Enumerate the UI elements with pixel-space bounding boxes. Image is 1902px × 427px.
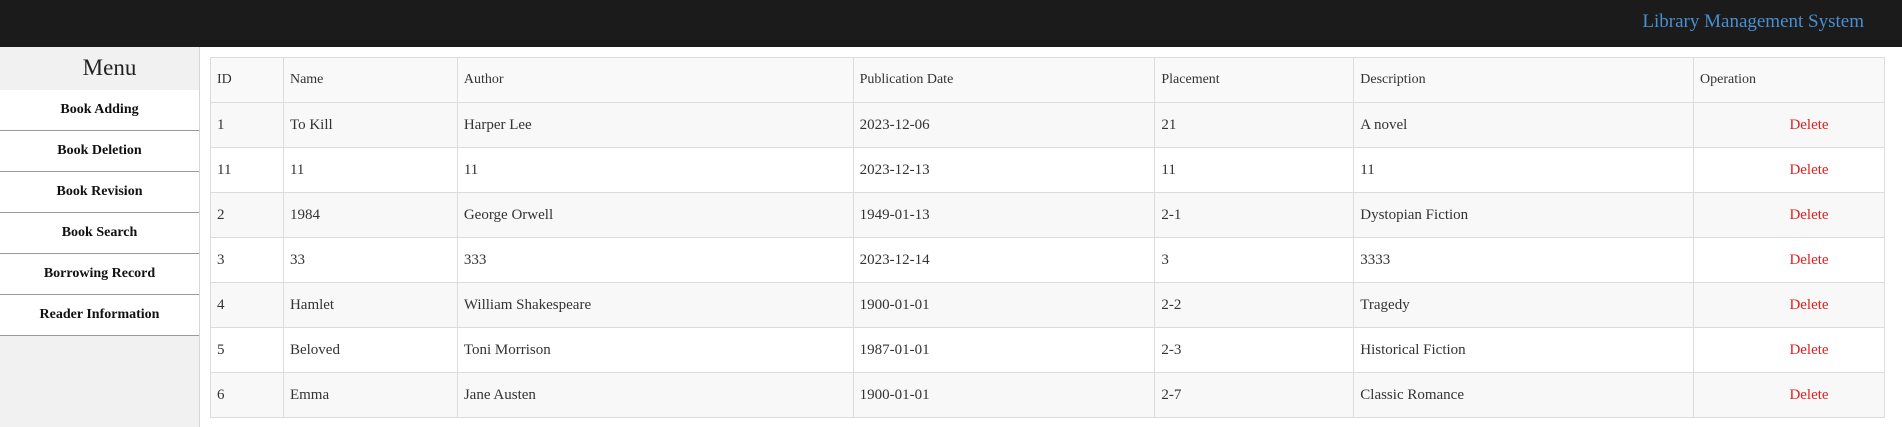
sidebar-item-book-adding[interactable]: Book Adding [0,90,199,131]
cell-operation: Delete [1693,327,1885,373]
column-header-author: Author [456,57,854,103]
cell-description: 11 [1353,147,1695,193]
column-header-operation: Operation [1693,57,1885,103]
cell-author: Harper Lee [456,102,854,148]
cell-id: 3 [210,237,284,283]
cell-description: Historical Fiction [1353,327,1695,373]
delete-link[interactable]: Delete [1749,297,1828,313]
column-header-placement: Placement [1154,57,1355,103]
cell-operation: Delete [1693,237,1885,283]
cell-id: 1 [210,102,284,148]
cell-operation: Delete [1693,192,1885,238]
column-header-publication-date: Publication Date [852,57,1156,103]
cell-author: George Orwell [456,192,854,238]
cell-publication-date: 2023-12-06 [852,102,1156,148]
cell-name: Beloved [282,327,458,373]
delete-link[interactable]: Delete [1749,252,1828,268]
sidebar: Menu Book Adding Book Deletion Book Revi… [0,47,200,427]
delete-link[interactable]: Delete [1749,387,1828,403]
cell-author: 333 [456,237,854,283]
sidebar-item-borrowing-record[interactable]: Borrowing Record [0,254,199,295]
cell-placement: 3 [1154,237,1355,283]
cell-author: 11 [456,147,854,193]
cell-author: Toni Morrison [456,327,854,373]
cell-name: To Kill [282,102,458,148]
cell-author: Jane Austen [456,372,854,418]
delete-link[interactable]: Delete [1749,117,1828,133]
cell-operation: Delete [1693,372,1885,418]
app-title: Library Management System [1642,11,1864,32]
cell-placement: 2-1 [1154,192,1355,238]
cell-operation: Delete [1693,102,1885,148]
cell-description: A novel [1353,102,1695,148]
cell-description: Dystopian Fiction [1353,192,1695,238]
sidebar-item-book-search[interactable]: Book Search [0,213,199,254]
table-row: 4 Hamlet William Shakespeare 1900-01-01 … [210,282,1885,328]
cell-name: Hamlet [282,282,458,328]
cell-description: Tragedy [1353,282,1695,328]
cell-name: 1984 [282,192,458,238]
top-navbar: Library Management System [0,0,1902,47]
cell-operation: Delete [1693,147,1885,193]
main-content: ID Name Author Publication Date Placemen… [210,57,1885,418]
cell-id: 6 [210,372,284,418]
cell-publication-date: 1900-01-01 [852,372,1156,418]
cell-id: 4 [210,282,284,328]
cell-id: 2 [210,192,284,238]
cell-placement: 2-3 [1154,327,1355,373]
table-row: 5 Beloved Toni Morrison 1987-01-01 2-3 H… [210,327,1885,373]
cell-placement: 21 [1154,102,1355,148]
table-row: 2 1984 George Orwell 1949-01-13 2-1 Dyst… [210,192,1885,238]
column-header-name: Name [282,57,458,103]
cell-publication-date: 2023-12-14 [852,237,1156,283]
cell-publication-date: 1987-01-01 [852,327,1156,373]
delete-link[interactable]: Delete [1749,162,1828,178]
menu-heading: Menu [82,55,137,80]
cell-description: Classic Romance [1353,372,1695,418]
cell-name: 33 [282,237,458,283]
cell-description: 3333 [1353,237,1695,283]
cell-publication-date: 2023-12-13 [852,147,1156,193]
cell-placement: 2-2 [1154,282,1355,328]
sidebar-item-book-revision[interactable]: Book Revision [0,172,199,213]
books-table: ID Name Author Publication Date Placemen… [210,57,1885,418]
cell-name: Emma [282,372,458,418]
cell-id: 5 [210,327,284,373]
cell-placement: 2-7 [1154,372,1355,418]
cell-publication-date: 1949-01-13 [852,192,1156,238]
table-row: 6 Emma Jane Austen 1900-01-01 2-7 Classi… [210,372,1885,418]
cell-publication-date: 1900-01-01 [852,282,1156,328]
sidebar-item-reader-information[interactable]: Reader Information [0,295,199,336]
table-header-row: ID Name Author Publication Date Placemen… [210,57,1885,103]
sidebar-item-book-deletion[interactable]: Book Deletion [0,131,199,172]
cell-name: 11 [282,147,458,193]
cell-author: William Shakespeare [456,282,854,328]
table-row: 3 33 333 2023-12-14 3 3333 Delete [210,237,1885,283]
table-row: 11 11 11 2023-12-13 11 11 Delete [210,147,1885,193]
column-header-description: Description [1353,57,1695,103]
cell-id: 11 [210,147,284,193]
column-header-id: ID [210,57,284,103]
delete-link[interactable]: Delete [1749,207,1828,223]
cell-operation: Delete [1693,282,1885,328]
delete-link[interactable]: Delete [1749,342,1828,358]
table-row: 1 To Kill Harper Lee 2023-12-06 21 A nov… [210,102,1885,148]
cell-placement: 11 [1154,147,1355,193]
